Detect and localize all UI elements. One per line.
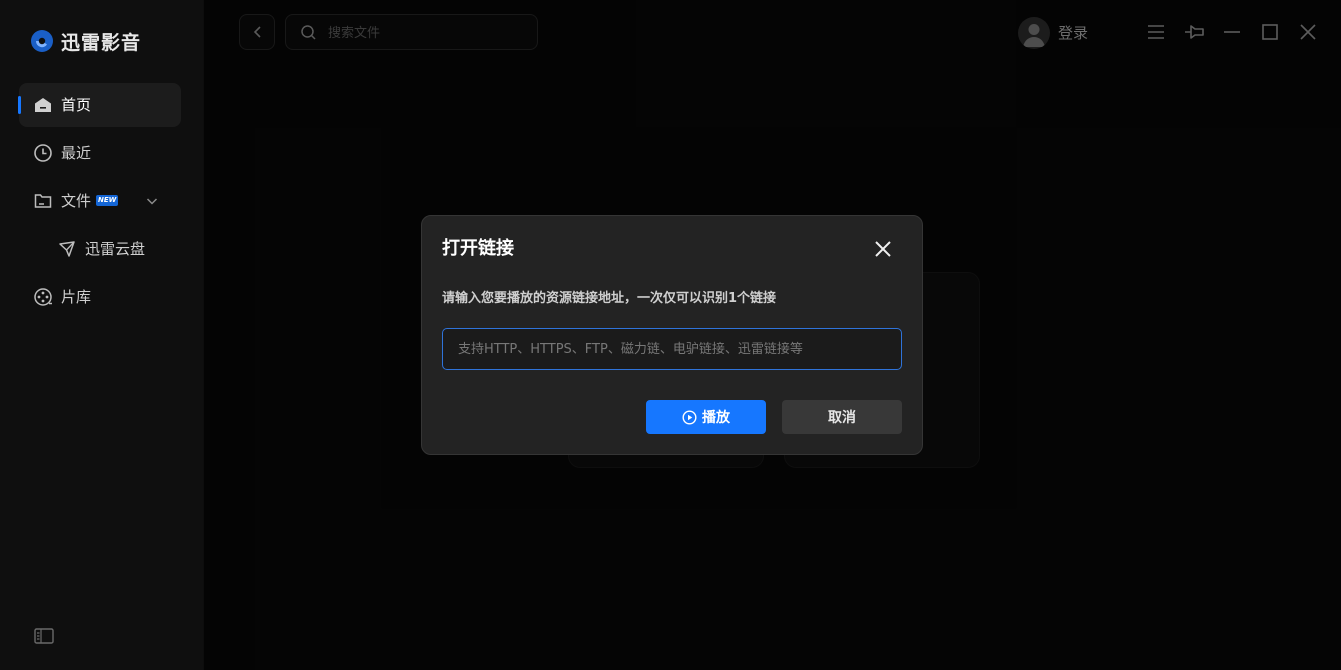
new-badge: NEW (96, 195, 119, 206)
app-logo: 迅雷影音 (30, 27, 141, 55)
sidebar-item-label: 迅雷云盘 (85, 240, 146, 258)
folder-icon (34, 194, 52, 208)
dialog-description: 请输入您要播放的资源链接地址，一次仅可以识别1个链接 (442, 291, 777, 306)
close-icon[interactable] (871, 237, 895, 261)
home-icon (35, 98, 51, 112)
sidebar: 迅雷影音 首页 最近 文件 NEW 迅雷云盘 片库 (0, 0, 204, 670)
sidebar-item-label: 最近 (61, 144, 92, 162)
clock-icon (34, 144, 52, 162)
sidebar-item-library[interactable]: 片库 (19, 275, 181, 319)
cancel-button[interactable]: 取消 (782, 400, 902, 434)
link-input[interactable] (442, 328, 902, 370)
sidebar-item-cloud-drive[interactable]: 迅雷云盘 (55, 227, 181, 271)
sidebar-item-home[interactable]: 首页 (18, 83, 181, 127)
open-link-dialog: 打开链接 请输入您要播放的资源链接地址，一次仅可以识别1个链接 播放 取消 (421, 215, 923, 455)
sidebar-item-files[interactable]: 文件 NEW (19, 179, 181, 223)
cloud-drive-icon (59, 241, 75, 257)
sidebar-item-label: 首页 (61, 96, 92, 114)
cancel-button-label: 取消 (828, 410, 856, 426)
xunlei-logo-icon (31, 30, 53, 52)
play-button[interactable]: 播放 (646, 400, 766, 434)
play-button-label: 播放 (702, 410, 730, 426)
sidebar-item-label: 片库 (61, 288, 92, 306)
chevron-down-icon[interactable] (145, 194, 159, 208)
sidebar-item-recent[interactable]: 最近 (19, 131, 181, 175)
app-name: 迅雷影音 (61, 31, 142, 54)
sidebar-toggle-icon[interactable] (33, 626, 55, 646)
play-circle-icon (682, 409, 697, 425)
sidebar-item-label: 文件 (61, 192, 92, 210)
film-reel-icon (34, 288, 52, 306)
dialog-title: 打开链接 (442, 238, 514, 259)
active-indicator (18, 96, 21, 114)
